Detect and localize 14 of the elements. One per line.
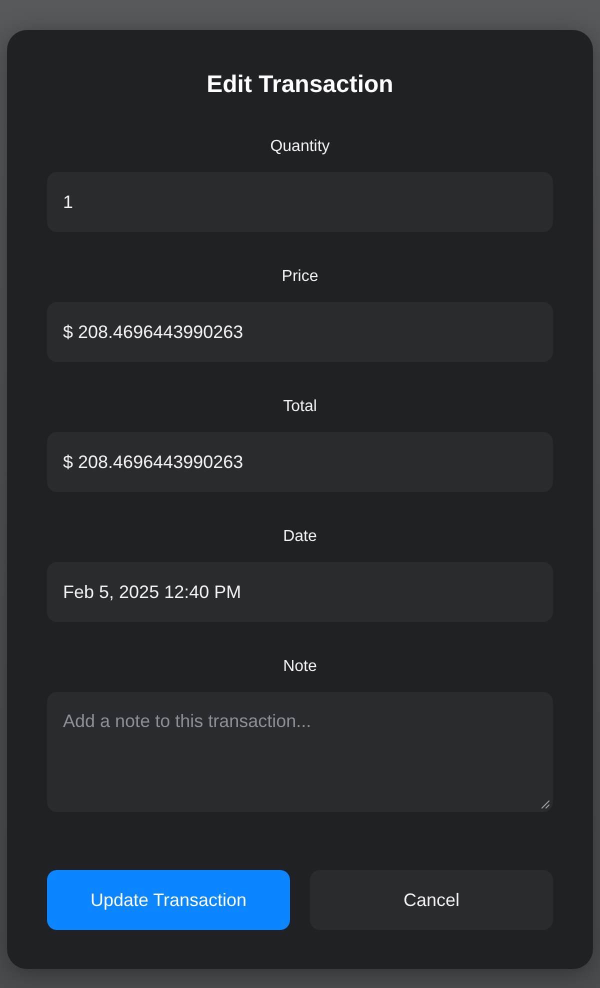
field-label: Quantity bbox=[270, 137, 330, 157]
field-label: Note bbox=[283, 657, 317, 677]
input-field[interactable]: $ 208.4696443990263 bbox=[47, 432, 553, 492]
cancel-button[interactable]: Cancel bbox=[310, 870, 553, 930]
input-field[interactable]: $ 208.4696443990263 bbox=[47, 302, 553, 362]
input-field[interactable]: 1 bbox=[47, 172, 553, 232]
field-label: Date bbox=[283, 527, 317, 547]
note-field[interactable]: Add a note to this transaction... bbox=[47, 692, 553, 812]
resize-handle-icon[interactable] bbox=[541, 800, 550, 809]
dialog-title: Edit Transaction bbox=[206, 70, 394, 100]
input-field[interactable]: Feb 5, 2025 12:40 PM bbox=[47, 562, 553, 622]
field-label: Price bbox=[282, 267, 318, 287]
field-label: Total bbox=[283, 397, 317, 417]
update-button[interactable]: Update Transaction bbox=[47, 870, 290, 930]
